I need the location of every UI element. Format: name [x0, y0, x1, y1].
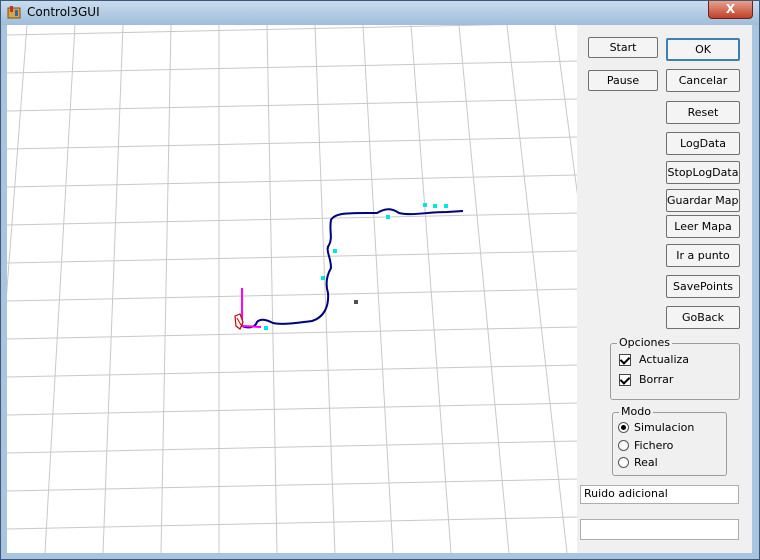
- client-area: Start Pause OK Cancelar Reset LogData St…: [7, 25, 752, 553]
- real-label: Real: [634, 456, 658, 469]
- borrar-label: Borrar: [639, 373, 674, 386]
- stoplogdata-button[interactable]: StopLogData: [666, 161, 740, 184]
- landmark-point: [333, 249, 337, 253]
- landmark-point: [264, 326, 268, 330]
- landmark-point: [444, 204, 448, 208]
- real-radio[interactable]: [618, 457, 629, 468]
- grid-line: [7, 98, 577, 112]
- reset-button[interactable]: Reset: [666, 101, 740, 124]
- landmark-point: [386, 215, 390, 219]
- opciones-legend: Opciones: [617, 336, 672, 349]
- grid-line: [7, 60, 577, 74]
- borrar-checkbox-row[interactable]: Borrar: [619, 373, 673, 386]
- grid-line: [160, 25, 172, 553]
- perspective-grid: [7, 25, 577, 553]
- grid-line: [266, 25, 278, 553]
- grid-line: [7, 25, 28, 296]
- grid-line: [458, 25, 510, 553]
- fichero-radio[interactable]: [618, 440, 629, 451]
- grid-line: [7, 136, 577, 150]
- leer-mapa-button[interactable]: Leer Mapa: [666, 215, 740, 238]
- grid-line: [7, 25, 506, 36]
- grid-line: [7, 326, 577, 340]
- ok-button[interactable]: OK: [666, 38, 740, 61]
- robot-heading-base: [241, 325, 262, 328]
- grid-line: [7, 402, 577, 416]
- savepoints-button[interactable]: SavePoints: [666, 275, 740, 298]
- grid-line: [7, 174, 577, 188]
- target-point: [354, 300, 358, 304]
- landmark-point: [423, 203, 427, 207]
- fichero-label: Fichero: [634, 439, 674, 452]
- landmark-point: [433, 204, 437, 208]
- grid-line: [362, 25, 394, 553]
- actualiza-checkbox-row[interactable]: Actualiza: [619, 353, 689, 366]
- grid-line: [7, 440, 577, 454]
- modo-legend: Modo: [619, 405, 653, 418]
- opciones-group: Opciones Actualiza Borrar: [610, 336, 740, 400]
- landmark-point: [321, 276, 325, 280]
- simulacion-label: Simulacion: [634, 421, 695, 434]
- ruido-adicional-field[interactable]: Ruido adicional: [580, 485, 739, 504]
- grid-line: [7, 288, 577, 302]
- logdata-button[interactable]: LogData: [666, 132, 740, 155]
- modo-group: Modo Simulacion Fichero Real: [612, 405, 727, 476]
- close-button[interactable]: X: [708, 1, 753, 19]
- app-icon: [7, 6, 21, 19]
- title-bar[interactable]: Control3GUI X: [1, 1, 759, 25]
- ir-a-punto-button[interactable]: Ir a punto: [666, 244, 740, 267]
- fichero-radio-row[interactable]: Fichero: [618, 439, 673, 452]
- grid-line: [410, 25, 452, 553]
- pause-button[interactable]: Pause: [588, 70, 658, 91]
- start-button[interactable]: Start: [588, 37, 658, 58]
- borrar-checkbox[interactable]: [619, 373, 631, 386]
- grid-line: [7, 250, 577, 264]
- actualiza-checkbox[interactable]: [619, 353, 631, 366]
- guardar-mapa-button[interactable]: Guardar Mapa: [666, 189, 740, 212]
- grid-line: [7, 212, 577, 226]
- landmark-points: [264, 203, 448, 330]
- simulacion-radio[interactable]: [618, 422, 629, 433]
- grid-line: [7, 478, 577, 492]
- grid-line: [44, 25, 76, 553]
- goback-button[interactable]: GoBack: [666, 306, 740, 329]
- extra-input-field[interactable]: [580, 519, 739, 540]
- window-title: Control3GUI: [27, 5, 100, 19]
- map-canvas[interactable]: [7, 25, 577, 553]
- cancelar-button[interactable]: Cancelar: [666, 69, 740, 92]
- application-window: Control3GUI X Start Pause OK Cancelar Re…: [0, 0, 760, 560]
- simulacion-radio-row[interactable]: Simulacion: [618, 421, 694, 434]
- grid-line: [7, 516, 577, 530]
- real-radio-row[interactable]: Real: [618, 456, 658, 469]
- actualiza-label: Actualiza: [639, 353, 690, 366]
- grid-line: [102, 25, 124, 553]
